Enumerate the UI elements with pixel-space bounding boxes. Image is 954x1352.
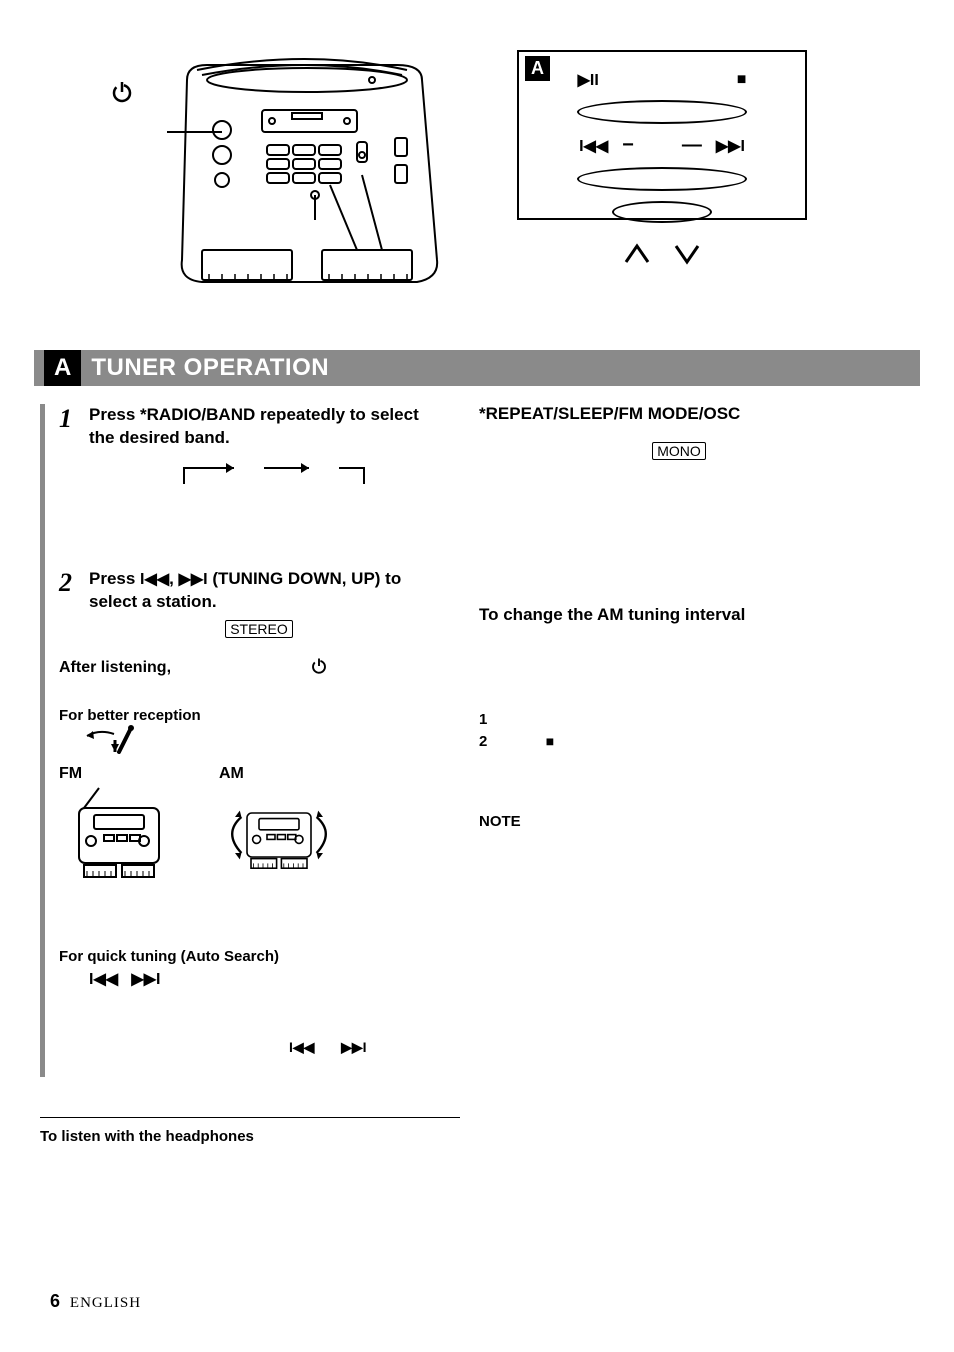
mode-heading: *REPEAT/SLEEP/FM MODE/OSC xyxy=(479,404,879,424)
stop-icon: ■ xyxy=(737,71,747,89)
note-heading: NOTE xyxy=(479,813,879,830)
power-icon-inline xyxy=(310,659,328,676)
oval-button-top xyxy=(577,100,747,124)
step1-line1: Press *RADIO/BAND repeatedly to select xyxy=(89,404,419,427)
play-pause-icon: ▶II xyxy=(578,70,599,90)
step2-a: Press xyxy=(89,569,140,588)
after-listening-label: After listening, xyxy=(59,659,171,676)
auto-search-heading: For quick tuning (Auto Search) xyxy=(59,948,459,965)
chevron-up-icon xyxy=(622,240,652,268)
top-figure-area: A ▶II ■ I◀◀ − — ▶▶I xyxy=(40,50,914,330)
am-device-icon xyxy=(219,783,339,883)
content-columns: 1 Press *RADIO/BAND repeatedly to select… xyxy=(40,404,914,1077)
skip-fwd-icon-2: ▶▶I xyxy=(131,971,160,988)
band-loop-diagram xyxy=(89,458,459,488)
step2-line2: select a station. xyxy=(89,591,401,614)
oval-button-mid xyxy=(577,167,747,191)
mono-indicator: MONO xyxy=(652,442,706,460)
left-column: 1 Press *RADIO/BAND repeatedly to select… xyxy=(59,404,459,1057)
am-interval-heading: To change the AM tuning interval xyxy=(479,605,879,625)
section-letter: A xyxy=(44,350,81,386)
next-icon: ▶▶I xyxy=(716,136,745,156)
after-listening-row: After listening, xyxy=(59,657,459,677)
right-column: *REPEAT/SLEEP/FM MODE/OSC MONO To change… xyxy=(479,404,879,1057)
oval-button-small xyxy=(612,201,712,223)
manual-page: A ▶II ■ I◀◀ − — ▶▶I xyxy=(0,0,954,1352)
language-label: ENGLISH xyxy=(70,1295,141,1311)
reception-heading: For better reception xyxy=(59,707,459,724)
step-1: 1 Press *RADIO/BAND repeatedly to select… xyxy=(59,404,459,450)
auto-search-icons: I◀◀ ▶▶I xyxy=(89,969,459,989)
page-number: 6 xyxy=(50,1291,60,1311)
list-num-1: 1 xyxy=(479,711,487,728)
remote-tag-letter: A xyxy=(525,56,550,81)
list-items: 1 2 ■ xyxy=(479,709,879,753)
section-banner: A TUNER OPERATION xyxy=(34,350,920,386)
page-footer: 6 ENGLISH xyxy=(50,1291,141,1312)
section-title: TUNER OPERATION xyxy=(91,354,329,382)
am-label: AM xyxy=(219,765,339,783)
skip-back-icon-3: I◀◀ xyxy=(289,1039,314,1055)
chevron-down-icon xyxy=(672,240,702,268)
stop-icon-2: ■ xyxy=(546,733,554,749)
footer-separator xyxy=(40,1117,460,1118)
remote-panel-box: A ▶II ■ I◀◀ − — ▶▶I xyxy=(517,50,807,220)
fm-device-icon xyxy=(59,783,179,883)
step2-b: , xyxy=(169,569,178,588)
step-2: 2 Press I◀◀, ▶▶I (TUNING DOWN, UP) to se… xyxy=(59,568,459,614)
headphones-heading: To listen with the headphones xyxy=(40,1128,914,1145)
reception-row: FM AM xyxy=(59,765,459,888)
prev-icon: I◀◀ xyxy=(579,136,608,156)
skip-fwd-icon: ▶▶I xyxy=(179,571,208,588)
skip-back-icon: I◀◀ xyxy=(140,571,169,588)
remote-buttons: ▶II ■ I◀◀ − — ▶▶I xyxy=(529,70,795,223)
power-icon xyxy=(110,80,134,109)
list-num-2: 2 xyxy=(479,733,487,750)
stereo-indicator: STEREO xyxy=(225,620,293,638)
step-number: 2 xyxy=(59,568,81,614)
antenna-icon xyxy=(79,724,139,754)
fm-label: FM xyxy=(59,765,179,783)
skip-back-icon-2: I◀◀ xyxy=(89,971,118,988)
step-number: 1 xyxy=(59,404,81,450)
auto-search-icons-b: I◀◀ ▶▶I xyxy=(289,1039,459,1057)
skip-fwd-icon-3: ▶▶I xyxy=(341,1039,366,1055)
step2-c: (TUNING DOWN, UP) to xyxy=(208,569,402,588)
device-illustration xyxy=(147,50,477,330)
boombox-svg xyxy=(147,50,477,330)
step1-line2: the desired band. xyxy=(89,427,419,450)
